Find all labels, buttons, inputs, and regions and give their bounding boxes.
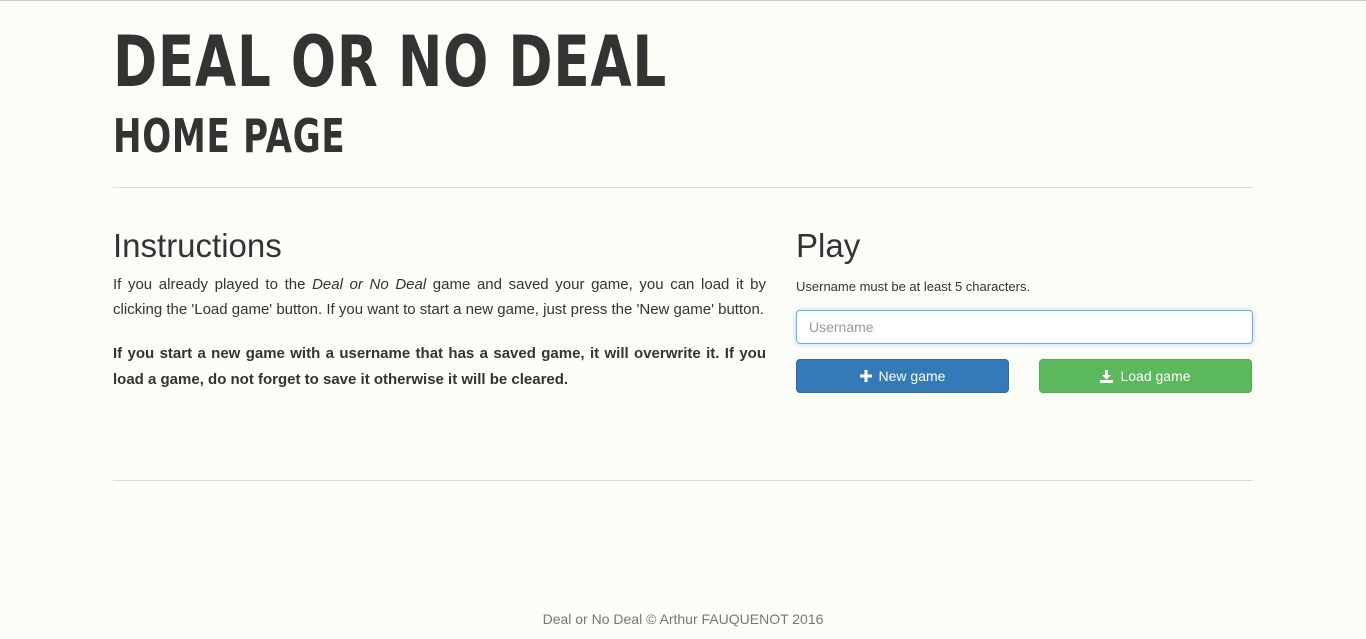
divider-top [113, 187, 1253, 188]
instructions-heading: Instructions [113, 227, 282, 264]
new-game-label: New game [878, 368, 946, 384]
new-game-button[interactable]: New game [796, 359, 1009, 393]
divider-bottom [113, 480, 1253, 481]
download-icon [1100, 369, 1114, 383]
username-hint: Username must be at least 5 characters. [796, 279, 1031, 294]
instructions-section: Instructions If you already played to th… [113, 226, 766, 393]
top-border [0, 0, 1366, 1]
page-title: DEAL OR NO DEAL [113, 21, 668, 103]
load-game-button[interactable]: Load game [1039, 359, 1252, 393]
plus-icon [859, 370, 872, 382]
play-heading: Play [796, 227, 861, 264]
play-section: Play Username must be at least 5 charact… [796, 226, 1253, 393]
instructions-text-start: If you already played to the [113, 276, 313, 293]
username-input[interactable] [796, 310, 1253, 344]
instructions-warning: If you start a new game with a username … [113, 345, 766, 388]
footer-text: Deal or No Deal © Arthur FAUQUENOT 2016 [542, 611, 824, 627]
instructions-paragraph: If you already played to the Deal or No … [113, 272, 766, 322]
load-game-label: Load game [1120, 368, 1191, 384]
instructions-game-name: Deal or No Deal [312, 276, 427, 293]
page-subtitle: HOME PAGE [113, 109, 346, 163]
